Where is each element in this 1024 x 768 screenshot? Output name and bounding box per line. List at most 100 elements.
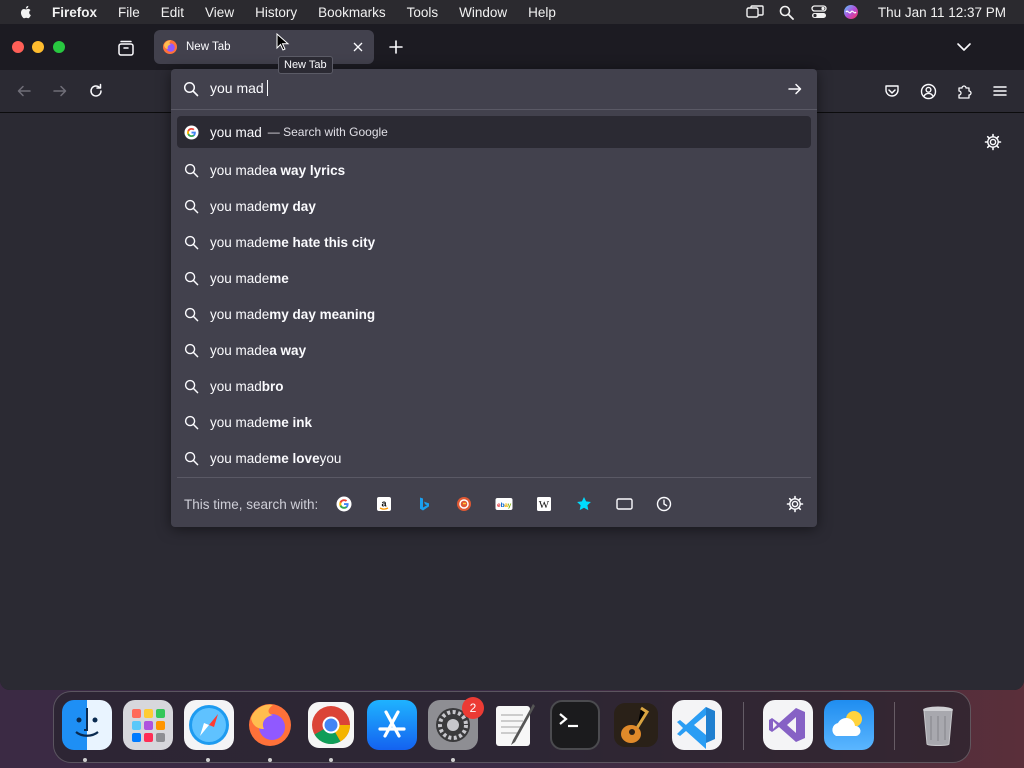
suggestion-suffix: a way	[269, 342, 307, 358]
suggestion-row[interactable]: you made a way	[177, 332, 811, 368]
dock-separator	[894, 702, 895, 750]
google-icon[interactable]	[332, 492, 356, 516]
spotlight-search-icon[interactable]	[778, 3, 796, 21]
suggestion-suffix: me love	[269, 450, 320, 466]
pocket-icon[interactable]	[883, 82, 901, 100]
bookmarks-star-icon[interactable]	[572, 492, 596, 516]
suggestion-suffix: me hate this city	[269, 234, 376, 250]
one-off-search-bar: This time, search with: a ebay W	[171, 487, 817, 521]
history-clock-icon[interactable]	[652, 492, 676, 516]
suggestion-row[interactable]: you mad bro	[177, 368, 811, 404]
tab-title: New Tab	[186, 41, 231, 53]
suggestion-prefix: you made	[210, 306, 270, 322]
menu-firefox[interactable]: Firefox	[52, 5, 97, 20]
weather-icon[interactable]	[824, 700, 874, 750]
apple-logo-icon[interactable]	[18, 4, 34, 20]
search-settings-gear-icon[interactable]	[786, 495, 804, 513]
suggestion-row[interactable]: you made my day	[177, 188, 811, 224]
search-icon	[183, 378, 199, 394]
suggestion-row[interactable]: you made a way lyrics	[177, 152, 811, 188]
wikipedia-icon[interactable]: W	[532, 492, 556, 516]
back-icon[interactable]	[15, 82, 33, 100]
amazon-icon[interactable]: a	[372, 492, 396, 516]
divider	[171, 109, 817, 110]
suggestion-row[interactable]: you made me hate this city	[177, 224, 811, 260]
vscode-icon[interactable]	[672, 700, 722, 750]
one-off-label: This time, search with:	[184, 496, 319, 512]
suggestion-prefix: you made	[210, 450, 270, 466]
urlbar-value[interactable]: you mad	[210, 80, 268, 96]
chevron-down-icon[interactable]	[955, 38, 973, 56]
bing-icon[interactable]	[412, 492, 436, 516]
firefox-icon[interactable]	[245, 700, 295, 750]
menu-tools[interactable]: Tools	[407, 5, 439, 20]
suggestion-row[interactable]: you made me ink	[177, 404, 811, 440]
textedit-icon[interactable]	[489, 700, 539, 750]
tab-new-tab[interactable]: New Tab	[154, 30, 374, 64]
screen-mirroring-icon[interactable]	[746, 3, 764, 21]
reload-icon[interactable]	[87, 82, 105, 100]
menubar-clock[interactable]: Thu Jan 11 12:37 PM	[878, 5, 1006, 20]
mouse-cursor-icon	[276, 33, 290, 51]
suggestion-prefix: you made	[210, 234, 270, 250]
garageband-icon[interactable]	[611, 700, 661, 750]
suggestion-prefix: you mad	[210, 378, 262, 394]
zoom-window-button[interactable]	[53, 41, 65, 53]
minimize-window-button[interactable]	[32, 41, 44, 53]
tab-strip: New Tab	[0, 24, 1024, 70]
close-window-button[interactable]	[12, 41, 24, 53]
ebay-icon[interactable]: ebay	[492, 492, 516, 516]
suggestion-row[interactable]: you made me love you	[177, 440, 811, 476]
menu-file[interactable]: File	[118, 5, 140, 20]
gear-icon[interactable]	[984, 133, 1002, 151]
finder-icon[interactable]	[62, 700, 112, 750]
menu-help[interactable]: Help	[528, 5, 556, 20]
divider	[177, 477, 811, 478]
suggestion-suffix: my day meaning	[269, 306, 376, 322]
go-arrow-icon[interactable]	[787, 81, 803, 97]
svg-text:W: W	[539, 499, 550, 511]
suggestion-prefix: you made	[210, 198, 270, 214]
suggestion-row[interactable]: you made my day meaning	[177, 296, 811, 332]
search-icon	[183, 306, 199, 322]
new-tab-plus-icon[interactable]	[387, 38, 405, 56]
firefox-window: New Tab you mad you mad — Search with Go…	[0, 24, 1024, 690]
visual-studio-icon[interactable]	[763, 700, 813, 750]
control-center-icon[interactable]	[810, 3, 828, 21]
running-indicator	[329, 758, 333, 762]
app-store-icon[interactable]	[367, 700, 417, 750]
duckduckgo-icon[interactable]	[452, 492, 476, 516]
running-indicator	[206, 758, 210, 762]
search-icon	[183, 270, 199, 286]
suggestion-tail: you	[319, 450, 342, 466]
search-icon	[183, 342, 199, 358]
forward-icon[interactable]	[51, 82, 69, 100]
menu-history[interactable]: History	[255, 5, 297, 20]
launchpad-icon[interactable]	[123, 700, 173, 750]
tab-tooltip: New Tab	[278, 56, 333, 74]
safari-icon[interactable]	[184, 700, 234, 750]
close-tab-icon[interactable]	[350, 39, 366, 55]
menu-icon[interactable]	[991, 82, 1009, 100]
google-icon	[183, 124, 199, 140]
firefox-view-icon[interactable]	[116, 38, 136, 58]
firefox-favicon-icon	[163, 40, 177, 54]
account-icon[interactable]	[919, 82, 937, 100]
search-icon	[183, 414, 199, 430]
urlbar-input[interactable]: you mad	[171, 69, 817, 109]
search-with-google-row[interactable]: you mad — Search with Google	[177, 116, 811, 148]
terminal-icon[interactable]	[550, 700, 600, 750]
suggestion-suffix: bro	[261, 378, 284, 394]
search-icon	[183, 234, 199, 250]
siri-icon[interactable]	[842, 3, 860, 21]
trash-icon[interactable]	[913, 700, 963, 750]
chrome-icon[interactable]	[306, 700, 356, 750]
suggestion-row[interactable]: you made me	[177, 260, 811, 296]
menu-edit[interactable]: Edit	[161, 5, 184, 20]
menu-window[interactable]: Window	[459, 5, 507, 20]
tabs-icon[interactable]	[612, 492, 636, 516]
svg-text:y: y	[508, 502, 512, 509]
extensions-icon[interactable]	[955, 82, 973, 100]
menu-view[interactable]: View	[205, 5, 234, 20]
menu-bookmarks[interactable]: Bookmarks	[318, 5, 386, 20]
